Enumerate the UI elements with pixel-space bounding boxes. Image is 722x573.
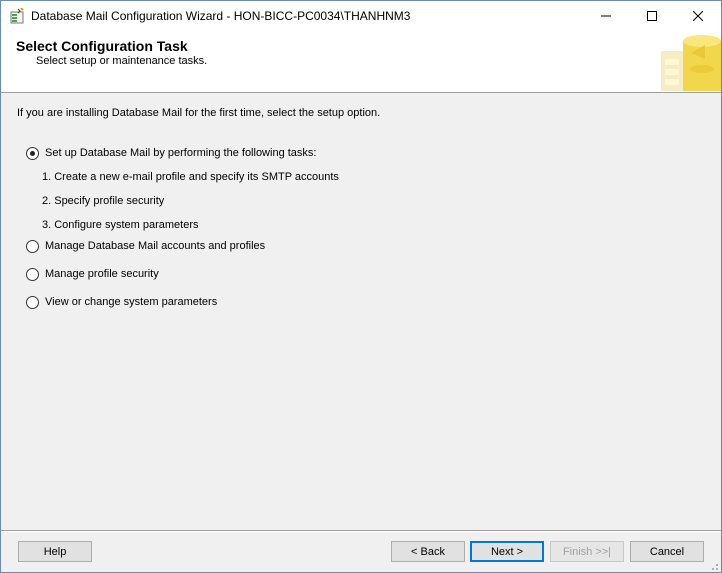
setup-step: 3. Configure system parameters	[42, 219, 199, 231]
option-system-parameters[interactable]: View or change system parameters	[26, 294, 217, 310]
option-label: View or change system parameters	[45, 296, 218, 308]
back-button[interactable]: < Back	[391, 541, 465, 562]
database-cylinder-art	[661, 35, 721, 91]
minimize-icon	[601, 15, 611, 17]
intro-text: If you are installing Database Mail for …	[17, 107, 381, 119]
next-button[interactable]: Next >	[470, 541, 544, 562]
cancel-button[interactable]: Cancel	[630, 541, 704, 562]
page-title: Select Configuration Task	[16, 38, 188, 54]
header-banner: Select Configuration Task Select setup o…	[1, 31, 721, 93]
title-bar: Database Mail Configuration Wizard - HON…	[1, 1, 721, 31]
radio-button[interactable]	[26, 146, 39, 160]
window-title: Database Mail Configuration Wizard - HON…	[31, 9, 411, 23]
radio-button[interactable]	[26, 239, 39, 253]
help-button[interactable]: Help	[18, 541, 92, 562]
app-icon	[10, 8, 24, 24]
close-button[interactable]	[675, 1, 721, 31]
resize-grip-icon[interactable]	[707, 559, 719, 571]
radio-button[interactable]	[26, 295, 39, 309]
maximize-icon	[647, 11, 657, 21]
option-label: Manage Database Mail accounts and profil…	[45, 240, 266, 252]
option-label: Manage profile security	[45, 268, 159, 280]
option-manage-profile-security[interactable]: Manage profile security	[26, 266, 159, 282]
option-manage-accounts-profiles[interactable]: Manage Database Mail accounts and profil…	[26, 238, 265, 254]
maximize-button[interactable]	[629, 1, 675, 31]
footer-divider	[1, 530, 721, 532]
page-subtitle: Select setup or maintenance tasks.	[36, 55, 208, 67]
option-label: Set up Database Mail by performing the f…	[45, 147, 317, 159]
finish-button: Finish >>|	[550, 541, 624, 562]
radio-selected-dot	[30, 150, 35, 156]
wizard-window: Database Mail Configuration Wizard - HON…	[0, 0, 722, 573]
close-icon	[693, 11, 703, 21]
option-setup-database-mail[interactable]: Set up Database Mail by performing the f…	[26, 145, 316, 161]
setup-step: 1. Create a new e-mail profile and speci…	[42, 171, 339, 183]
setup-step: 2. Specify profile security	[42, 195, 165, 207]
radio-button[interactable]	[26, 267, 39, 281]
minimize-button[interactable]	[583, 1, 629, 31]
